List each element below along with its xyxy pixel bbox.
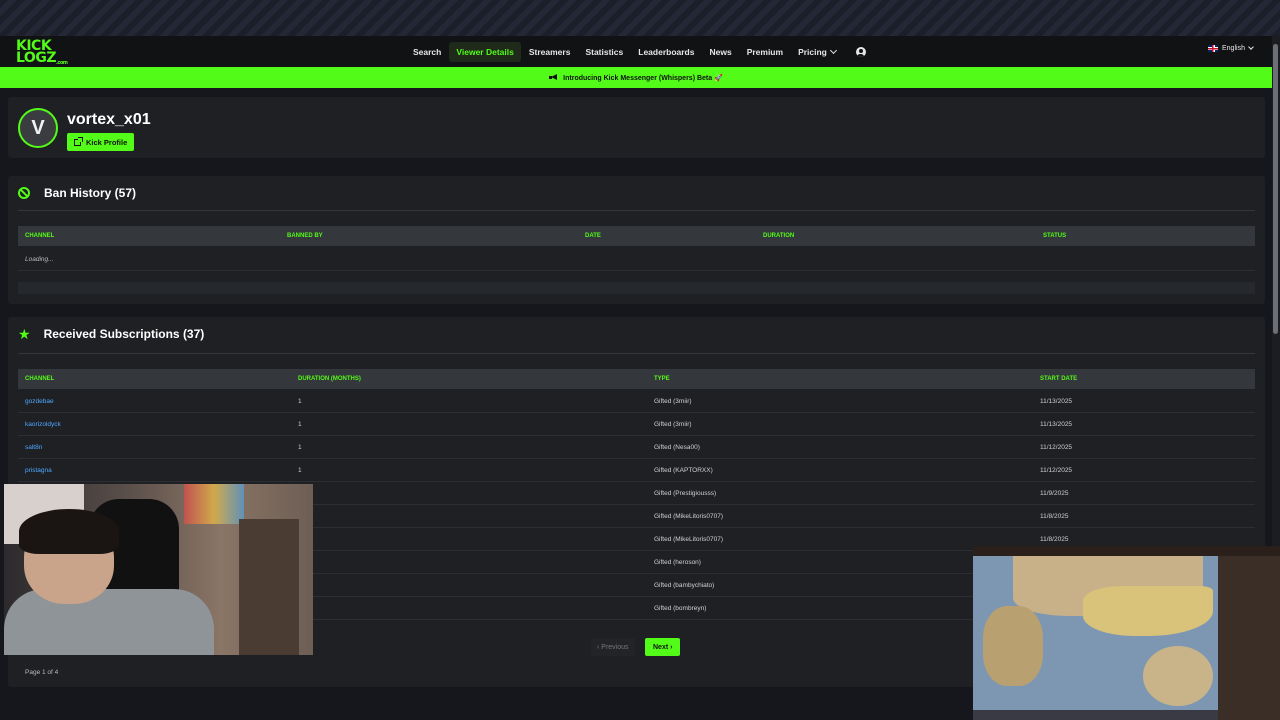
col-status: STATUS — [1043, 233, 1067, 239]
user-account-icon[interactable] — [855, 47, 866, 57]
channel-link[interactable]: pristagna — [25, 467, 52, 474]
nav-search[interactable]: Search — [406, 42, 448, 62]
megaphone-icon — [549, 74, 558, 81]
table-row: Loading... — [18, 248, 1255, 271]
col-duration: DURATION (MONTHS) — [298, 376, 361, 382]
webcam-person-body — [4, 589, 214, 655]
next-page-button[interactable]: Next › — [645, 638, 681, 656]
nav-pricing[interactable]: Pricing — [791, 42, 843, 62]
previous-page-button[interactable]: ‹ Previous — [591, 638, 635, 656]
ban-table-footer — [18, 282, 1255, 294]
channel-link[interactable]: gozdebae — [25, 398, 54, 405]
nav-leaderboards[interactable]: Leaderboards — [631, 42, 701, 62]
duration-cell: 1 — [298, 421, 302, 428]
type-cell: Gifted (MikeLitoris0707) — [654, 536, 723, 543]
col-banned-by: BANNED BY — [287, 233, 323, 239]
table-row: gozdebae 1 Gifted (3miir) 11/13/2025 — [18, 390, 1255, 413]
game-land — [983, 606, 1043, 686]
nav-streamers[interactable]: Streamers — [522, 42, 578, 62]
webcam-person-hair — [19, 509, 119, 554]
ban-table-header: CHANNEL BANNED BY DATE DURATION STATUS — [18, 226, 1255, 246]
type-cell: Gifted (KAPTORXX) — [654, 467, 713, 474]
page-info: Page 1 of 4 — [25, 669, 59, 676]
subscriptions-title: Received Subscriptions (37) — [43, 327, 205, 341]
chevron-down-icon — [829, 46, 837, 55]
divider — [18, 210, 1255, 211]
announcement-banner[interactable]: Introducing Kick Messenger (Whispers) Be… — [0, 67, 1272, 88]
nav-premium[interactable]: Premium — [740, 42, 790, 62]
navbar: KICK LOGZ .com Search Viewer Details Str… — [0, 36, 1272, 68]
nav-links: Search Viewer Details Streamers Statisti… — [406, 36, 866, 68]
type-cell: Gifted (3miir) — [654, 398, 692, 405]
type-cell: Gifted (heroson) — [654, 559, 701, 566]
date-cell: 11/12/2025 — [1040, 467, 1073, 474]
nav-pricing-label: Pricing — [798, 47, 827, 57]
kick-profile-button[interactable]: Kick Profile — [67, 133, 135, 151]
ban-icon — [18, 187, 30, 199]
game-side-panel — [1218, 556, 1280, 720]
kicklogz-logo[interactable]: KICK LOGZ .com — [16, 38, 70, 66]
duration-cell: 1 — [298, 444, 302, 451]
webcam-overlay — [4, 484, 313, 655]
date-cell: 11/12/2025 — [1040, 444, 1073, 451]
nav-news[interactable]: News — [702, 42, 738, 62]
webcam-door — [239, 519, 299, 655]
external-link-icon — [74, 136, 83, 146]
ban-history-card: Ban History (57) CHANNEL BANNED BY DATE … — [8, 176, 1265, 304]
chevron-down-icon — [1248, 43, 1254, 50]
date-cell: 11/8/2025 — [1040, 536, 1069, 543]
date-cell: 11/13/2025 — [1040, 421, 1073, 428]
game-land — [1143, 646, 1213, 706]
col-duration: DURATION — [763, 233, 795, 239]
table-row: kaorizoldyck 1 Gifted (3miir) 11/13/2025 — [18, 413, 1255, 436]
loading-text: Loading... — [25, 256, 54, 263]
game-land — [1083, 586, 1213, 636]
subs-table-header: CHANNEL DURATION (MONTHS) TYPE START DAT… — [18, 369, 1255, 389]
star-icon: ★ — [18, 326, 31, 342]
nav-statistics[interactable]: Statistics — [578, 42, 630, 62]
language-selector[interactable]: English — [1208, 43, 1254, 52]
browser-top-strip — [0, 0, 1280, 36]
table-row: pristagna 1 Gifted (KAPTORXX) 11/12/2025 — [18, 459, 1255, 482]
kick-profile-label: Kick Profile — [86, 137, 128, 147]
profile-card: V vortex_x01 Kick Profile — [8, 97, 1265, 158]
channel-link[interactable]: kaorizoldyck — [25, 421, 61, 428]
type-cell: Gifted (Nesa00) — [654, 444, 700, 451]
type-cell: Gifted (bombreyn) — [654, 605, 707, 612]
col-channel: CHANNEL — [25, 376, 55, 382]
nav-viewer-details[interactable]: Viewer Details — [449, 42, 521, 62]
col-type: TYPE — [654, 376, 670, 382]
channel-link[interactable]: salt8n — [25, 444, 42, 451]
date-cell: 11/9/2025 — [1040, 490, 1069, 497]
scrollbar-thumb[interactable] — [1273, 44, 1278, 334]
game-bottom-bar — [973, 710, 1218, 720]
avatar: V — [18, 108, 58, 148]
col-start-date: START DATE — [1040, 376, 1078, 382]
divider — [18, 353, 1255, 354]
ban-history-title: Ban History (57) — [44, 186, 137, 200]
webcam-poster — [184, 484, 244, 524]
username: vortex_x01 — [67, 111, 151, 128]
duration-cell: 1 — [298, 398, 302, 405]
game-top-bar — [973, 546, 1280, 556]
type-cell: Gifted (3miir) — [654, 421, 692, 428]
type-cell: Gifted (Prestigiousss) — [654, 490, 717, 497]
ban-history-header: Ban History (57) — [18, 186, 136, 200]
col-channel: CHANNEL — [25, 233, 55, 239]
type-cell: Gifted (MikeLitoris0707) — [654, 513, 723, 520]
col-date: DATE — [585, 233, 601, 239]
uk-flag-icon — [1208, 45, 1218, 52]
duration-cell: 1 — [298, 467, 302, 474]
game-map-overlay — [973, 546, 1280, 720]
type-cell: Gifted (bambychiato) — [654, 582, 715, 589]
banner-text: Introducing Kick Messenger (Whispers) Be… — [563, 74, 723, 82]
date-cell: 11/8/2025 — [1040, 513, 1069, 520]
language-label: English — [1222, 45, 1245, 52]
table-row: salt8n 1 Gifted (Nesa00) 11/12/2025 — [18, 436, 1255, 459]
subscriptions-header: ★ Received Subscriptions (37) — [18, 327, 204, 341]
date-cell: 11/13/2025 — [1040, 398, 1073, 405]
